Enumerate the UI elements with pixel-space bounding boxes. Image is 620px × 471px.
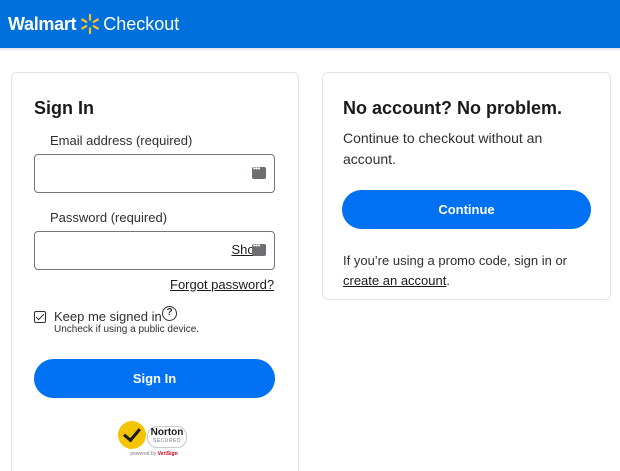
promo-end: .: [446, 273, 450, 288]
checkout-title: Checkout: [103, 13, 180, 34]
keep-signed-in-checkbox[interactable]: [34, 311, 46, 323]
brand-name: Walmart: [8, 13, 77, 34]
norton-label-box: Norton SECURED: [147, 426, 187, 448]
guest-description: Continue to checkout without an account.: [343, 130, 543, 167]
autofill-icon[interactable]: [252, 164, 266, 179]
top-header: Walmart Checkout: [0, 0, 620, 48]
email-field[interactable]: [35, 155, 274, 192]
header-shadow: [0, 48, 620, 52]
keep-signed-in-label[interactable]: Keep me signed in: [54, 309, 162, 324]
email-label: Email address (required): [50, 133, 193, 148]
help-icon[interactable]: ?: [162, 306, 177, 321]
guest-title: No account? No problem.: [343, 98, 563, 118]
promo-text: If you’re using a promo code, sign in or…: [343, 251, 603, 291]
norton-secured: SECURED: [153, 438, 181, 444]
signin-title: Sign In: [34, 98, 94, 118]
norton-secured-badge[interactable]: Norton SECURED powered by VeriSign: [118, 421, 190, 461]
powered-brand: VeriSign: [157, 451, 178, 457]
email-field-box: [34, 154, 275, 193]
password-label: Password (required): [50, 210, 168, 225]
walmart-logo[interactable]: Walmart Checkout: [8, 0, 179, 48]
norton-name: Norton: [150, 427, 184, 438]
promo-sentence: If you’re using a promo code, sign in or: [343, 253, 568, 268]
signin-card: Sign In Email address (required) Passwor…: [11, 72, 299, 471]
powered-prefix: powered by: [130, 451, 157, 457]
continue-button[interactable]: Continue: [342, 190, 591, 229]
password-field-box: Show: [34, 231, 275, 270]
create-account-link[interactable]: create an account: [343, 273, 446, 288]
guest-checkout-card: No account? No problem. Continue to chec…: [322, 72, 611, 300]
autofill-icon[interactable]: [252, 241, 266, 256]
keep-signed-in-hint: Uncheck if using a public device.: [54, 324, 200, 335]
checkmark-icon: [118, 421, 146, 449]
spark-icon: [81, 13, 100, 35]
signin-button[interactable]: Sign In: [34, 359, 275, 398]
forgot-password-link[interactable]: Forgot password?: [170, 277, 274, 292]
norton-powered: powered by VeriSign: [118, 451, 190, 457]
